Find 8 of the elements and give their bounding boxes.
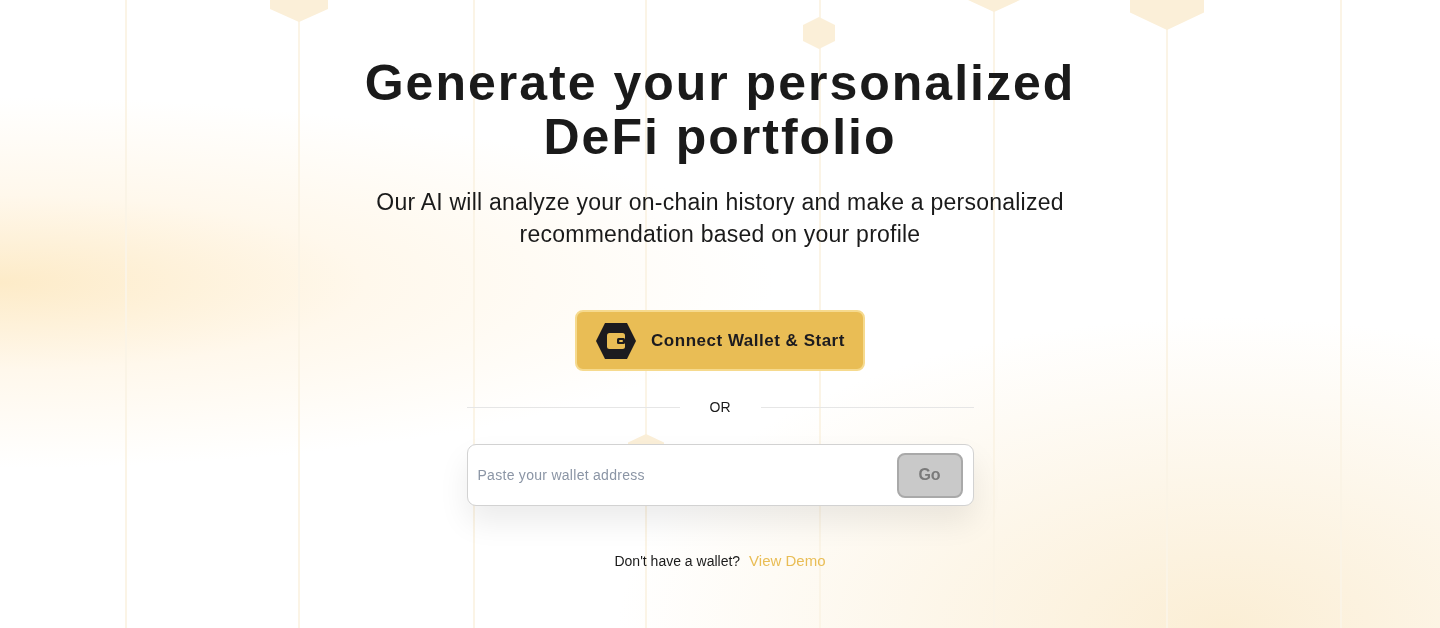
no-wallet-prompt: Don't have a wallet? [614, 551, 741, 571]
page-subtitle: Our AI will analyze your on-chain history and make a personalized recommendation based on your profile [376, 188, 1064, 249]
page-title: Generate your personalized DeFi portfolio [364, 56, 1076, 164]
view-demo-link[interactable]: View Demo [749, 550, 826, 573]
hexagon-icon [803, 17, 835, 49]
or-divider-label: OR [708, 398, 732, 417]
wallet-icon [595, 321, 638, 360]
connect-wallet-button[interactable]: Connect Wallet & Start [575, 310, 865, 371]
